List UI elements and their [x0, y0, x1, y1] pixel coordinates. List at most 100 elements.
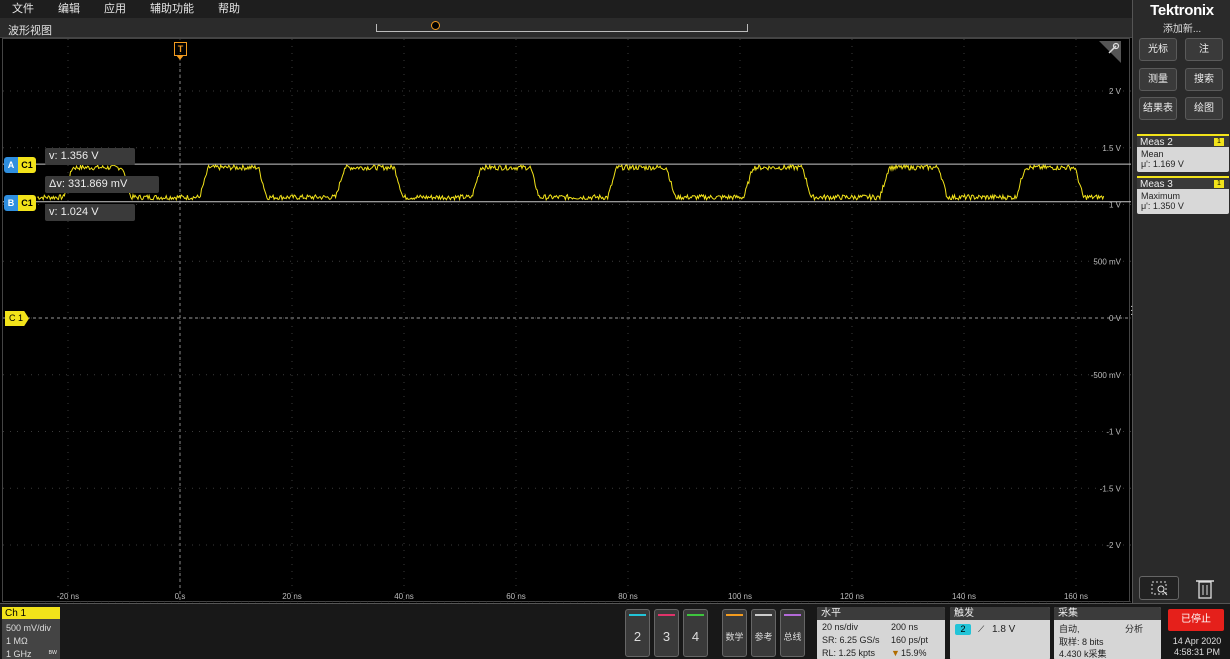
meas-2-source-badge: 1 — [1214, 138, 1224, 146]
trash-icon[interactable] — [1185, 576, 1225, 600]
results-table-button[interactable]: 结果表 — [1139, 97, 1177, 120]
cursor-a-badge[interactable]: A — [4, 157, 18, 173]
bandwidth-limit-icon: ᴮᵂ — [48, 649, 57, 658]
channel-button-0[interactable]: 2 — [625, 609, 650, 657]
x-tick-label: 40 ns — [394, 592, 414, 601]
acquisition-count: 4.430 k采集 — [1059, 649, 1107, 659]
trigger-title: 触发 — [950, 607, 1050, 620]
trigger-panel[interactable]: 触发 2 ⟋ 1.8 V — [950, 607, 1050, 659]
y-tick-label: 500 mV — [1093, 257, 1121, 266]
trigger-marker-label: T — [177, 44, 184, 54]
channel-color-bar — [658, 614, 675, 616]
channel-color-bar — [629, 614, 646, 616]
trigger-position-marker[interactable]: T — [174, 42, 187, 56]
waveform-view-title: 波形视图 — [8, 25, 52, 37]
meas-3-value: μ': 1.350 V — [1141, 201, 1184, 211]
channel-button-1[interactable]: 3 — [654, 609, 679, 657]
sidebar-resize-handle-icon[interactable]: · · · — [1130, 302, 1134, 320]
results-sidebar: Tektronix 添加新... 光标 注 测量 搜索 结果表 绘图 Meas … — [1130, 0, 1230, 603]
cursor-b-badge[interactable]: B — [4, 195, 18, 211]
record-overview-bar[interactable] — [376, 21, 748, 32]
y-tick-label: 0 V — [1109, 314, 1122, 323]
channel-color-bar — [726, 614, 743, 616]
y-tick-label: 1.5 V — [1102, 144, 1121, 153]
horizontal-panel[interactable]: 水平 20 ns/div 200 ns SR: 6.25 GS/s 160 ps… — [817, 607, 945, 659]
acquisition-analyze: 分析 — [1125, 624, 1144, 634]
waveform-graticule: 2 V1.5 V1 V500 mV0 V-500 mV-1 V-1.5 V-2 … — [3, 39, 1131, 603]
channel-1-waveform — [37, 163, 1105, 202]
y-tick-label: -1 V — [1106, 428, 1121, 437]
sample-rate: SR: 6.25 GS/s — [822, 635, 880, 645]
channel-color-bar — [755, 614, 772, 616]
y-tick-label: -2 V — [1106, 541, 1121, 550]
cursor-a-readout: v: 1.356 V — [45, 148, 135, 165]
acquisition-panel[interactable]: 采集 自动, 分析 取样: 8 bits 4.430 k采集 — [1054, 607, 1161, 659]
trigger-position-icon: ▼ — [891, 648, 900, 658]
time-label: 4:58:31 PM — [1173, 647, 1221, 657]
channel-button-label: 参考 — [754, 632, 773, 642]
menu-file[interactable]: 文件 — [0, 0, 46, 18]
meas-3-source-badge: 1 — [1214, 180, 1224, 188]
channel-button-5[interactable]: 总线 — [780, 609, 805, 657]
channel-1-bandwidth: 1 GHz — [6, 649, 32, 659]
channel-button-label: 2 — [633, 629, 642, 644]
acquisition-bits: 取样: 8 bits — [1059, 637, 1104, 647]
menu-edit[interactable]: 编辑 — [46, 0, 92, 18]
channel-button-3[interactable]: 数学 — [722, 609, 747, 657]
y-tick-label: -1.5 V — [1100, 484, 1122, 493]
measure-button[interactable]: 测量 — [1139, 68, 1177, 91]
run-stop-button[interactable]: 已停止 — [1168, 609, 1224, 631]
meas-2-value: μ': 1.169 V — [1141, 159, 1184, 169]
note-button[interactable]: 注 — [1185, 38, 1223, 61]
menu-bar: 文件 编辑 应用 辅助功能 帮助 — [0, 0, 1132, 18]
date-label: 14 Apr 2020 — [1172, 636, 1222, 646]
search-button[interactable]: 搜索 — [1185, 68, 1223, 91]
trigger-position-percent: 15.9% — [901, 648, 927, 658]
cursors-button[interactable]: 光标 — [1139, 38, 1177, 61]
x-tick-label: 120 ns — [840, 592, 864, 601]
channel-1-badge[interactable]: Ch 1 500 mV/div 1 MΩ 1 GHz ᴮᵂ — [2, 607, 60, 659]
channel-1-offset-label: C 1 — [9, 313, 24, 323]
overview-trigger-icon — [431, 21, 440, 30]
horizontal-scale: 20 ns/div — [822, 622, 859, 632]
channel-1-title: Ch 1 — [5, 608, 27, 619]
channel-button-label: 数学 — [725, 632, 744, 642]
cursor-b-source-badge: C1 — [18, 195, 36, 211]
meas-3-card[interactable]: Meas 31 Maximum μ': 1.350 V — [1137, 176, 1229, 214]
trigger-source-badge: 2 — [955, 624, 971, 635]
trigger-level: 1.8 V — [992, 624, 1016, 635]
waveform-plot[interactable]: 2 V 1.5 V1 V 500 mV 0 V -500 mV -1 V -1.5 V -2 … — [2, 38, 1131, 603]
cursor-a-source-badge: C1 — [18, 157, 36, 173]
acquisition-title: 采集 — [1054, 607, 1161, 620]
channel-button-2[interactable]: 4 — [683, 609, 708, 657]
horizontal-title: 水平 — [817, 607, 945, 620]
add-new-label: 添加新... — [1162, 24, 1202, 35]
y-tick-label: 2 V — [1109, 87, 1122, 96]
channel-color-bar — [687, 614, 704, 616]
cursor-delta-readout: Δv: 331.869 mV — [45, 176, 159, 193]
waveform-view-header: 波形视图 — [0, 18, 1132, 38]
channel-1-impedance: 1 MΩ — [6, 636, 28, 646]
channel-1-scale: 500 mV/div — [6, 623, 52, 633]
meas-3-title: Meas 3 — [1140, 179, 1173, 190]
meas-2-card[interactable]: Meas 21 Mean μ': 1.169 V — [1137, 134, 1229, 172]
x-tick-label: 140 ns — [952, 592, 976, 601]
brand-logo: Tektronix — [1150, 2, 1214, 19]
channel-1-offset-marker[interactable]: C 1 — [5, 311, 29, 326]
x-tick-label: 80 ns — [618, 592, 638, 601]
rising-edge-icon: ⟋ — [978, 624, 985, 634]
menu-apps[interactable]: 应用 — [92, 0, 138, 18]
x-tick-label: 20 ns — [282, 592, 302, 601]
record-length: RL: 1.25 kpts — [822, 648, 876, 658]
channel-button-label: 4 — [691, 629, 700, 644]
wrench-icon[interactable] — [1099, 41, 1121, 63]
plot-button[interactable]: 绘图 — [1185, 97, 1223, 120]
channel-button-label: 总线 — [783, 632, 802, 642]
x-tick-label: -20 ns — [57, 592, 79, 601]
oscilloscope-app: 文件 编辑 应用 辅助功能 帮助 波形视图 2 V 1.5 V1 V 500 mV 0… — [0, 0, 1230, 659]
menu-utility[interactable]: 辅助功能 — [138, 0, 206, 18]
channel-button-4[interactable]: 参考 — [751, 609, 776, 657]
zoom-box-icon[interactable] — [1139, 576, 1179, 600]
menu-help[interactable]: 帮助 — [206, 0, 252, 18]
x-tick-label: 60 ns — [506, 592, 526, 601]
